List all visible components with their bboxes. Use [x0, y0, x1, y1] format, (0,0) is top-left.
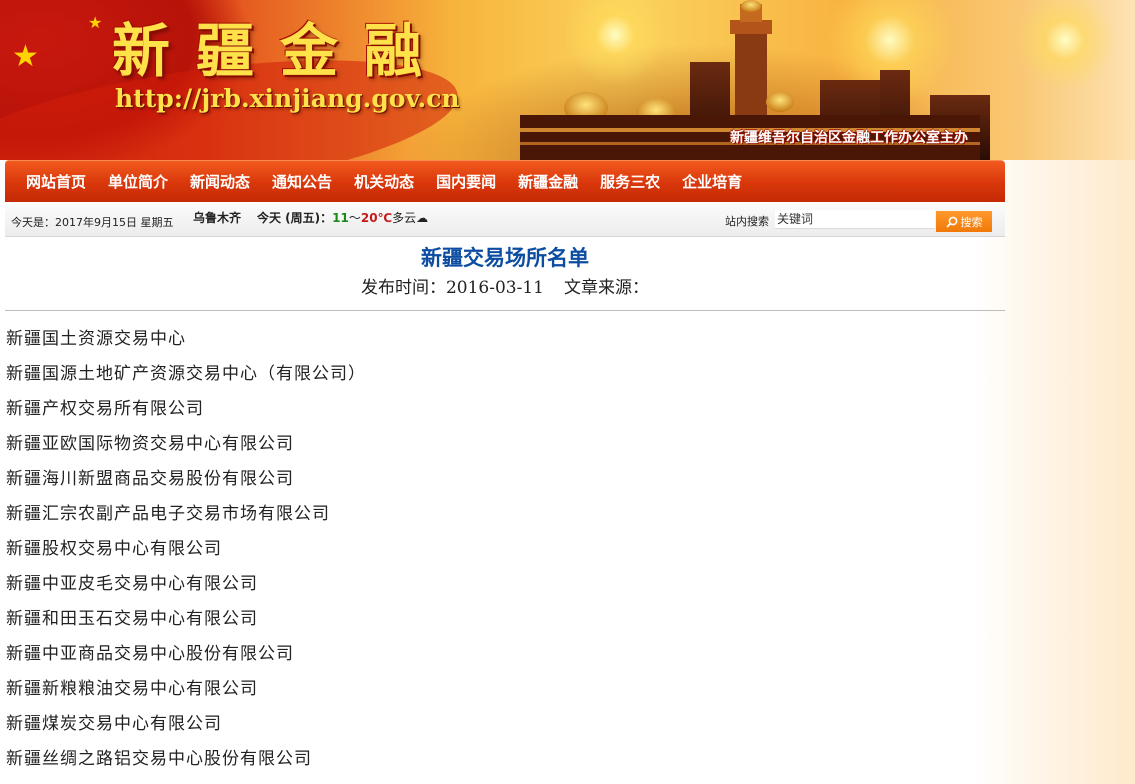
temp-separator: ～	[348, 211, 361, 225]
header-banner: ★ ★ 新疆金融 http://jrb.xinjiang.gov.cn 新疆维吾…	[0, 0, 1135, 160]
exchange-list: 新疆国土资源交易中心 新疆国源土地矿产资源交易中心（有限公司） 新疆产权交易所有…	[6, 322, 366, 777]
list-item: 新疆中亚商品交易中心股份有限公司	[6, 644, 294, 664]
list-item: 新疆国土资源交易中心	[6, 329, 186, 349]
list-item: 新疆国源土地矿产资源交易中心（有限公司）	[6, 364, 366, 384]
publish-label: 发布时间：	[360, 278, 446, 298]
nav-item-enterprise[interactable]: 企业培育	[682, 171, 742, 192]
list-item: 新疆海川新盟商品交易股份有限公司	[6, 469, 294, 489]
search-button[interactable]: 搜索	[936, 211, 992, 232]
nav-item-home[interactable]: 网站首页	[26, 171, 86, 192]
publish-date: 2016-03-11	[445, 278, 544, 298]
list-item: 新疆产权交易所有限公司	[6, 399, 204, 419]
nav-item-office-news[interactable]: 机关动态	[354, 171, 414, 192]
search-icon	[945, 216, 957, 228]
temp-low: 11	[332, 211, 349, 225]
temp-high: 20℃	[360, 211, 393, 225]
weather-condition: 多云	[392, 211, 417, 225]
source-label: 文章来源：	[564, 278, 649, 298]
article-meta: 发布时间：2016-03-11 文章来源：	[5, 273, 1005, 298]
nav-item-about[interactable]: 单位简介	[108, 171, 168, 192]
weather-label: 今天 (周五)：	[257, 211, 333, 225]
info-bar: 今天是：2017年9月15日 星期五 乌鲁木齐 今天 (周五)：11～20℃多云…	[5, 204, 1005, 237]
nav-item-notices[interactable]: 通知公告	[272, 171, 332, 192]
main-nav: 网站首页 单位简介 新闻动态 通知公告 机关动态 国内要闻 新疆金融 服务三农 …	[5, 160, 1005, 202]
nav-item-xinjiang-finance[interactable]: 新疆金融	[518, 171, 578, 192]
search-input[interactable]	[775, 210, 935, 229]
search-button-label: 搜索	[960, 215, 983, 229]
list-item: 新疆中亚皮毛交易中心有限公司	[6, 574, 258, 594]
weather-icon: ☁	[416, 211, 429, 225]
list-item: 新疆煤炭交易中心有限公司	[6, 714, 222, 734]
nav-item-news[interactable]: 新闻动态	[190, 171, 250, 192]
list-item: 新疆汇宗农副产品电子交易市场有限公司	[6, 504, 330, 524]
article-header: 新疆交易场所名单 发布时间：2016-03-11 文章来源：	[5, 238, 1005, 311]
article-title: 新疆交易场所名单	[421, 245, 589, 270]
list-item: 新疆和田玉石交易中心有限公司	[6, 609, 258, 629]
site-url: http://jrb.xinjiang.gov.cn	[115, 84, 460, 113]
list-item: 新疆新粮粮油交易中心有限公司	[6, 679, 258, 699]
search-label: 站内搜索	[725, 215, 769, 228]
nav-item-domestic[interactable]: 国内要闻	[436, 171, 496, 192]
list-item: 新疆丝绸之路铝交易中心股份有限公司	[6, 749, 312, 769]
nav-item-rural-services[interactable]: 服务三农	[600, 171, 660, 192]
site-title: 新疆金融	[112, 17, 449, 85]
list-item: 新疆亚欧国际物资交易中心有限公司	[6, 434, 294, 454]
today-date: 今天是：2017年9月15日 星期五	[11, 216, 174, 229]
host-organization: 新疆维吾尔自治区金融工作办公室主办	[730, 130, 968, 146]
list-item: 新疆股权交易中心有限公司	[6, 539, 222, 559]
weather-city: 乌鲁木齐	[193, 211, 242, 225]
weather-forecast: 今天 (周五)：11～20℃多云☁	[257, 209, 428, 226]
